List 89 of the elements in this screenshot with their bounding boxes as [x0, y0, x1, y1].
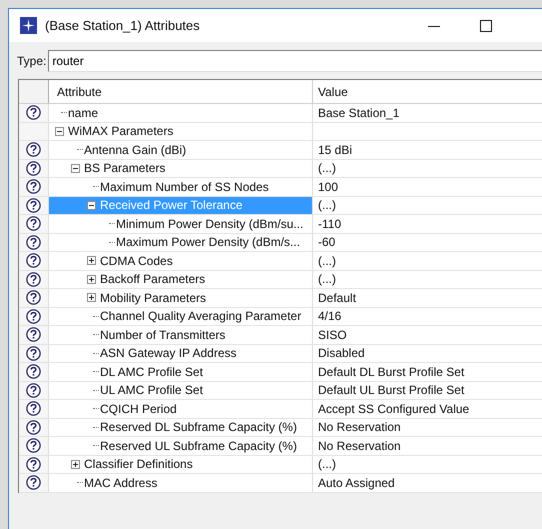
tree-connector	[109, 242, 115, 243]
attribute-cell[interactable]: WiMAX Parameters	[49, 122, 312, 140]
tree-connector	[93, 371, 99, 372]
attribute-cell[interactable]: Reserved UL Subframe Capacity (%)	[49, 437, 312, 454]
attribute-cell[interactable]: Classifier Definitions	[49, 456, 312, 473]
help-icon[interactable]	[26, 308, 41, 324]
help-icon[interactable]	[26, 290, 41, 306]
help-icon[interactable]	[26, 160, 41, 176]
tree-connector	[93, 186, 99, 188]
attribute-cell[interactable]: DL AMC Profile Set	[49, 363, 312, 380]
value-cell-text: SISO	[317, 326, 348, 344]
attribute-cell[interactable]: Mobility Parameters	[49, 289, 312, 306]
plus-box-icon[interactable]	[87, 274, 96, 284]
value-cell-text: 15 dBi	[317, 142, 354, 158]
value-cell-text: (...)	[317, 160, 337, 177]
tree-connector	[61, 112, 67, 114]
value-cell-text: (...)	[317, 271, 337, 288]
value-cell-text: (...)	[317, 252, 337, 270]
value-cell-text: Disabled	[317, 345, 366, 362]
tree-connector	[93, 334, 99, 336]
maximize-icon	[480, 20, 492, 32]
value-cell-text: Default UL Burst Profile Set	[317, 382, 466, 399]
help-icon[interactable]	[26, 420, 41, 435]
help-icon[interactable]	[26, 327, 41, 342]
help-icon[interactable]	[26, 142, 41, 158]
value-cell-text: Base Station_1	[317, 104, 400, 122]
tree-connector	[93, 352, 99, 354]
value-cell-text: 4/16	[317, 308, 342, 325]
attribute-cell[interactable]: CDMA Codes	[49, 252, 312, 270]
plus-box-icon[interactable]	[87, 256, 96, 266]
value-cell-text: Accept SS Configured Value	[317, 400, 470, 418]
window-title: (Base Station_1) Attributes	[45, 18, 200, 33]
tree-connector	[93, 316, 99, 317]
help-icon[interactable]	[26, 438, 41, 454]
tree-connector	[93, 445, 99, 446]
help-icon[interactable]	[26, 475, 41, 490]
help-icon[interactable]	[26, 456, 41, 472]
column-header[interactable]: Value	[313, 80, 542, 103]
help-icon[interactable]	[26, 272, 41, 287]
attribute-cell[interactable]: Number of Transmitters	[49, 326, 312, 344]
minus-box-icon[interactable]	[87, 200, 96, 210]
attribute-cell[interactable]: BS Parameters	[49, 160, 312, 177]
type-label: Type:	[17, 54, 46, 68]
tree-connector	[77, 149, 83, 150]
help-icon[interactable]	[26, 198, 41, 213]
value-cell-text: Auto Assigned	[317, 474, 396, 492]
value-cell-text: No Reservation	[317, 419, 402, 436]
plus-box-icon[interactable]	[71, 460, 80, 469]
type-field[interactable]: router	[48, 50, 542, 72]
attribute-cell[interactable]: MAC Address	[49, 474, 312, 492]
help-icon[interactable]	[26, 216, 41, 232]
attribute-cell[interactable]: CQICH Period	[49, 400, 312, 418]
tree-connector	[93, 426, 99, 428]
column-header[interactable]: Attribute	[49, 80, 313, 103]
value-cell-text: Default DL Burst Profile Set	[317, 364, 466, 380]
value-cell-text: Default	[317, 290, 358, 306]
value-cell-text: (...)	[317, 197, 337, 214]
value-cell-text: -60	[317, 234, 336, 251]
help-icon[interactable]	[26, 234, 41, 250]
help-icon[interactable]	[26, 401, 41, 416]
value-cell-text: -110	[317, 216, 342, 232]
minimize-icon	[428, 26, 440, 27]
attribute-cell[interactable]: Backoff Parameters	[49, 270, 312, 288]
value-cell-text: (...)	[317, 456, 337, 473]
help-icon[interactable]	[26, 364, 41, 380]
minus-box-icon[interactable]	[71, 164, 80, 173]
attribute-cell[interactable]: ASN Gateway IP Address	[49, 344, 312, 362]
tree-connector	[109, 223, 115, 224]
value-cell-text: No Reservation	[317, 438, 402, 454]
attribute-cell[interactable]: Reserved DL Subframe Capacity (%)	[49, 418, 312, 436]
attribute-cell[interactable]: Minimum Power Density (dBm/su...	[49, 215, 312, 232]
attribute-cell[interactable]: Channel Quality Averaging Parameter	[49, 308, 312, 325]
star-icon	[20, 17, 37, 34]
attribute-cell[interactable]: Maximum Number of SS Nodes	[49, 178, 312, 196]
attribute-cell[interactable]: Maximum Power Density (dBm/s...	[49, 234, 312, 251]
help-icon[interactable]	[26, 382, 41, 398]
help-icon[interactable]	[26, 253, 41, 268]
attribute-cell[interactable]: Antenna Gain (dBi)	[49, 141, 312, 158]
help-icon[interactable]	[26, 105, 41, 120]
tree-connector	[93, 408, 99, 410]
attribute-cell[interactable]: name	[49, 104, 312, 122]
plus-box-icon[interactable]	[87, 293, 96, 302]
value-cell-text: 100	[317, 178, 340, 196]
tree-connector	[93, 390, 99, 391]
attribute-cell[interactable]: UL AMC Profile Set	[49, 382, 312, 399]
minus-box-icon[interactable]	[55, 126, 64, 136]
help-icon[interactable]	[26, 179, 41, 194]
help-icon[interactable]	[26, 346, 41, 361]
tree-connector	[77, 482, 83, 484]
